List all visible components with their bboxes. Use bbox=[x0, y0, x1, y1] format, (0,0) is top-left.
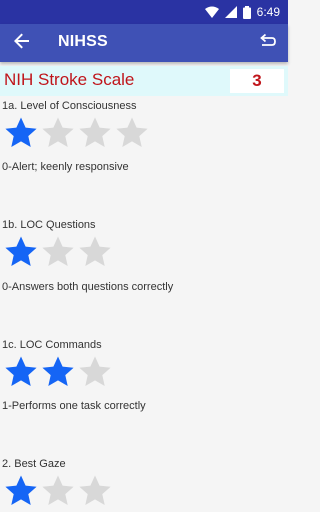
scale-title: NIH Stroke Scale bbox=[4, 70, 135, 89]
item-description-loc-questions: 0-Answers both questions correctly bbox=[2, 281, 174, 293]
back-arrow-icon bbox=[14, 33, 30, 54]
undo-icon bbox=[259, 33, 277, 54]
star-empty-icon[interactable] bbox=[78, 474, 112, 508]
star-empty-icon[interactable] bbox=[41, 474, 75, 508]
signal-icon bbox=[224, 6, 237, 18]
status-icons: 6:49 bbox=[204, 4, 280, 20]
star-empty-icon[interactable] bbox=[41, 235, 75, 269]
item-label-best-gaze: 2. Best Gaze bbox=[2, 458, 66, 470]
total-score: 3 bbox=[230, 69, 284, 93]
status-bar: 6:49 bbox=[0, 0, 288, 24]
star-filled-icon[interactable] bbox=[4, 355, 38, 389]
battery-icon bbox=[242, 5, 251, 19]
app-title: NIHSS bbox=[58, 33, 108, 50]
star-empty-icon[interactable] bbox=[115, 116, 149, 150]
score-header: NIH Stroke Scale 3 bbox=[0, 66, 288, 96]
star-empty-icon[interactable] bbox=[78, 235, 112, 269]
status-time: 6:49 bbox=[256, 5, 280, 19]
undo-button[interactable] bbox=[254, 29, 282, 57]
rating-loc-commands bbox=[4, 355, 112, 389]
item-description-level-of-consciousness: 0-Alert; keenly responsive bbox=[2, 161, 129, 173]
rating-best-gaze bbox=[4, 474, 112, 508]
item-description-loc-commands: 1-Performs one task correctly bbox=[2, 400, 146, 412]
star-filled-icon[interactable] bbox=[4, 474, 38, 508]
rating-loc-questions bbox=[4, 235, 112, 269]
item-label-loc-questions: 1b. LOC Questions bbox=[2, 219, 96, 231]
item-label-loc-commands: 1c. LOC Commands bbox=[2, 339, 102, 351]
star-filled-icon[interactable] bbox=[4, 235, 38, 269]
star-filled-icon[interactable] bbox=[41, 355, 75, 389]
star-empty-icon[interactable] bbox=[41, 116, 75, 150]
star-filled-icon[interactable] bbox=[4, 116, 38, 150]
wifi-icon bbox=[204, 6, 219, 18]
back-button[interactable] bbox=[8, 29, 36, 57]
star-empty-icon[interactable] bbox=[78, 116, 112, 150]
item-label-level-of-consciousness: 1a. Level of Consciousness bbox=[2, 100, 137, 112]
rating-level-of-consciousness bbox=[4, 116, 149, 150]
star-empty-icon[interactable] bbox=[78, 355, 112, 389]
app-bar: NIHSS bbox=[0, 24, 288, 62]
